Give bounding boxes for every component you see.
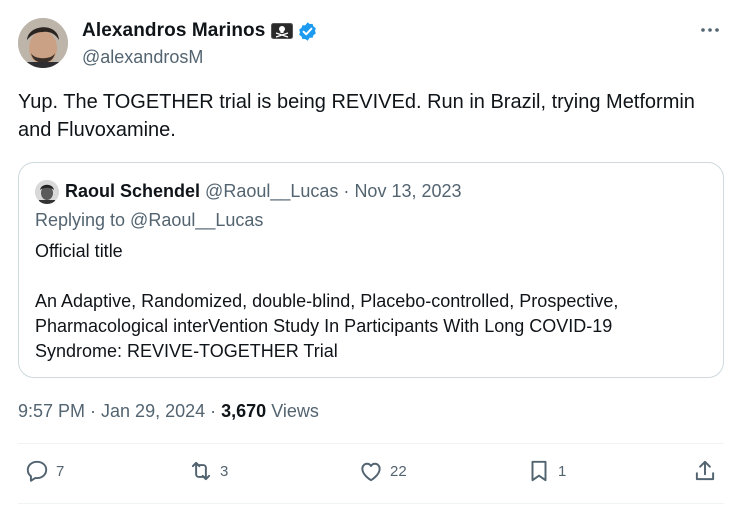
retweet-count: 3 [220, 462, 229, 480]
divider [18, 443, 724, 444]
quoted-name[interactable]: Raoul Schendel [65, 181, 200, 201]
bookmark-button[interactable]: 1 [526, 458, 566, 484]
retweet-icon [191, 461, 211, 481]
share-button[interactable] [692, 458, 718, 484]
author-avatar[interactable] [18, 18, 68, 68]
quoted-line: An Adaptive, Randomized, double-blind, P… [35, 291, 619, 311]
tweet-meta: 9:57 PM · Jan 29, 2024 · 3,670 Views [18, 401, 319, 422]
tweet-timestamp[interactable]: 9:57 PM · Jan 29, 2024 · [18, 401, 216, 421]
quoted-line: Syndrome: REVIVE-TOGETHER Trial [35, 341, 338, 361]
pirate-flag-icon [271, 23, 294, 39]
quoted-text: Official title An Adaptive, Randomized, … [35, 239, 705, 364]
quoted-line: Official title [35, 241, 123, 261]
retweet-button[interactable]: 3 [188, 458, 228, 484]
like-button[interactable]: 22 [358, 458, 407, 484]
reply-icon [26, 460, 48, 482]
quoted-header: Raoul Schendel @Raoul__Lucas · Nov 13, 2… [65, 181, 462, 202]
quoted-tweet[interactable]: Raoul Schendel @Raoul__Lucas · Nov 13, 2… [18, 162, 724, 378]
bookmark-icon [531, 460, 547, 482]
quoted-separator: · [343, 181, 350, 201]
replying-to[interactable]: Replying to @Raoul__Lucas [35, 210, 263, 231]
quoted-handle[interactable]: @Raoul__Lucas [205, 181, 338, 201]
divider [18, 503, 724, 504]
more-icon[interactable] [698, 18, 722, 42]
action-bar: 7 3 22 1 [18, 458, 724, 490]
share-icon [695, 460, 715, 481]
reply-count: 7 [56, 462, 65, 480]
author-handle[interactable]: @alexandrosM [82, 47, 203, 68]
tweet-text: Yup. The TOGETHER trial is being REVIVEd… [18, 91, 695, 141]
like-icon [361, 462, 381, 482]
like-count: 22 [390, 462, 407, 480]
verified-badge-icon [299, 21, 317, 41]
bookmark-count: 1 [558, 462, 567, 480]
author-name[interactable]: Alexandros Marinos [82, 20, 265, 42]
quoted-date[interactable]: Nov 13, 2023 [354, 181, 461, 201]
quoted-line: Pharmacological interVention Study In Pa… [35, 316, 613, 336]
views-count: 3,670 [221, 401, 267, 421]
quoted-avatar[interactable] [35, 180, 59, 204]
views-label: Views [271, 401, 319, 421]
reply-button[interactable]: 7 [24, 458, 64, 484]
